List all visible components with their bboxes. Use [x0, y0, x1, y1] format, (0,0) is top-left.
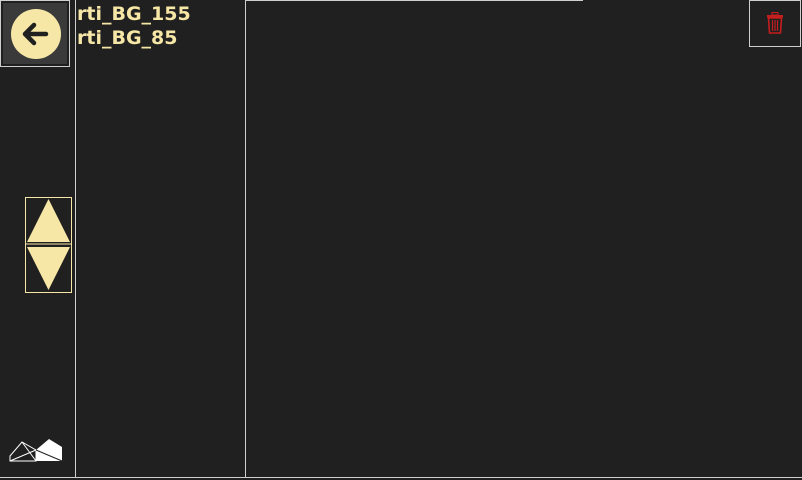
file-list-item[interactable]: rti_BG_85 [77, 26, 243, 50]
bottom-border [0, 477, 802, 478]
scroll-controls [25, 197, 72, 293]
panel-divider [245, 0, 246, 477]
scroll-down-button[interactable] [26, 245, 71, 292]
file-list: rti_BG_155 rti_BG_85 [77, 2, 243, 50]
triangle-up-icon [26, 199, 71, 245]
logo [9, 437, 63, 466]
back-button[interactable] [0, 0, 70, 67]
file-list-item[interactable]: rti_BG_155 [77, 2, 243, 26]
logo-icon [9, 439, 63, 462]
triangle-down-icon [27, 247, 70, 290]
trash-icon [767, 12, 783, 34]
top-border [246, 0, 583, 1]
list-divider [75, 0, 76, 477]
delete-button[interactable] [749, 0, 801, 47]
scroll-up-button[interactable] [26, 198, 71, 245]
arrow-left-icon [11, 9, 61, 59]
